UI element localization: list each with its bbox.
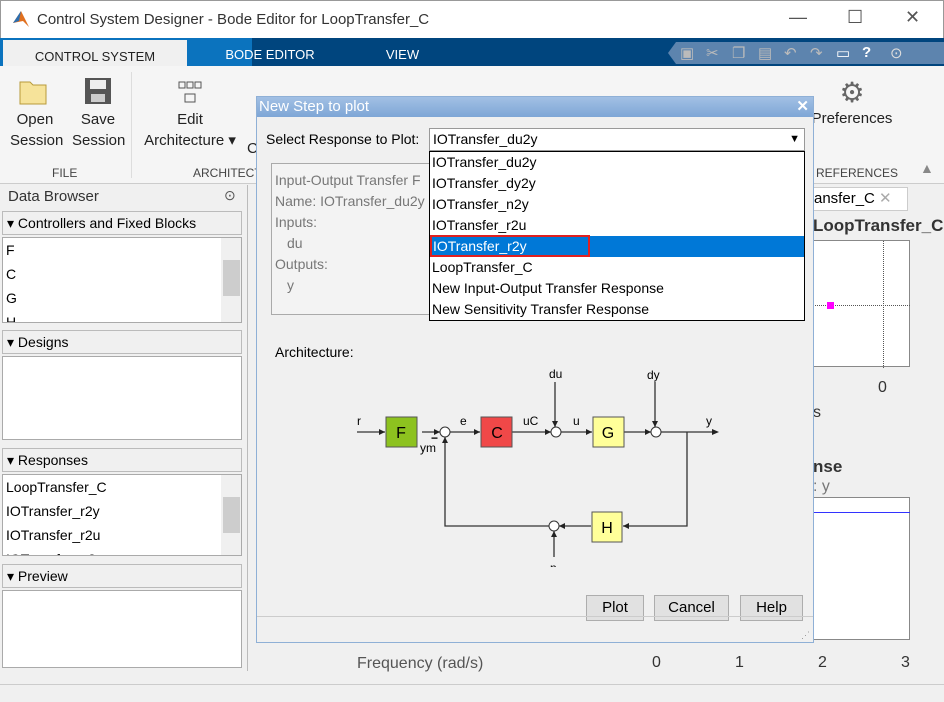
tab-bode-editor[interactable]: BODE EDITOR — [190, 38, 350, 66]
paste-icon[interactable]: ▤ — [758, 44, 772, 62]
list-item[interactable]: IOTransfer_r2u — [3, 523, 241, 547]
svg-text:H: H — [601, 520, 613, 537]
designs-list — [2, 356, 242, 440]
designs-header[interactable]: ▾ Designs — [2, 330, 242, 354]
undo-icon[interactable]: ↶ — [784, 44, 797, 62]
option-iotransfer-dy2y[interactable]: IOTransfer_dy2y — [430, 173, 804, 194]
svg-text:n: n — [550, 561, 557, 567]
controllers-header[interactable]: ▾ Controllers and Fixed Blocks — [2, 211, 242, 235]
close-tab-icon[interactable]: ✕ — [879, 190, 892, 207]
dialog-status-bar: ⋰ — [257, 616, 813, 642]
copy-icon[interactable]: ❐ — [732, 44, 745, 62]
maximize-button[interactable]: ☐ — [847, 7, 863, 28]
block-diagram-icon — [178, 81, 202, 103]
preview-header[interactable]: ▾ Preview — [2, 564, 242, 588]
svg-text:F: F — [396, 425, 406, 442]
title-bar: Control System Designer - Bode Editor fo… — [0, 0, 944, 38]
list-item[interactable]: LoopTransfer_C — [3, 475, 241, 499]
step-plot-area — [813, 497, 910, 640]
help-icon[interactable]: ? — [862, 44, 871, 61]
gear-icon: ⚙ — [839, 77, 865, 108]
option-iotransfer-n2y[interactable]: IOTransfer_n2y — [430, 194, 804, 215]
dialog-title-bar: New Step to plot ✕ — [257, 97, 813, 117]
cut-icon[interactable]: ✂ — [706, 44, 719, 62]
resize-grip-icon[interactable]: ⋰ — [801, 630, 810, 641]
tab-view[interactable]: VIEW — [360, 38, 445, 66]
chevron-down-icon[interactable]: ▼ — [789, 129, 800, 150]
svg-text:du: du — [549, 367, 562, 381]
list-item[interactable]: H — [3, 310, 241, 322]
option-looptransfer-c[interactable]: LoopTransfer_C — [430, 257, 804, 278]
floppy-disk-icon — [85, 78, 111, 104]
responses-list: LoopTransfer_C IOTransfer_r2y IOTransfer… — [2, 474, 242, 556]
response-dropdown-list: IOTransfer_du2y IOTransfer_dy2y IOTransf… — [429, 151, 805, 321]
option-iotransfer-r2u[interactable]: IOTransfer_r2u — [430, 215, 804, 236]
window-layout-icon[interactable]: ▭ — [836, 44, 850, 62]
new-step-dialog: New Step to plot ✕ Select Response to Pl… — [256, 96, 814, 643]
redo-icon[interactable]: ↷ — [810, 44, 823, 62]
preferences-button[interactable]: ⚙ Preferences — [810, 78, 894, 129]
folder-icon — [19, 81, 47, 105]
preview-area — [2, 590, 242, 668]
list-item[interactable]: F — [3, 238, 241, 262]
option-iotransfer-du2y[interactable]: IOTransfer_du2y — [430, 152, 804, 173]
option-new-sensitivity-transfer[interactable]: New Sensitivity Transfer Response — [430, 299, 804, 320]
close-button[interactable]: ✕ — [905, 7, 920, 28]
matlab-logo-icon — [13, 11, 29, 27]
svg-text:e: e — [460, 414, 467, 428]
scrollbar[interactable] — [221, 475, 241, 555]
architecture-diagram: F C G H r e uC u du dy y ym n − — [357, 367, 719, 567]
plot-area — [813, 240, 910, 368]
responses-header[interactable]: ▾ Responses — [2, 448, 242, 472]
status-bar — [0, 684, 944, 702]
save-icon[interactable]: ▣ — [680, 44, 694, 62]
window-title: Control System Designer - Bode Editor fo… — [37, 11, 430, 28]
scrollbar[interactable] — [221, 238, 241, 322]
svg-text:uC: uC — [523, 414, 539, 428]
minimize-button[interactable]: — — [789, 7, 807, 28]
svg-text:dy: dy — [647, 368, 660, 382]
response-info-box: Input-Output Transfer F Name: IOTransfer… — [271, 163, 431, 315]
list-item[interactable]: IOTransfer_n2y — [3, 547, 241, 555]
svg-text:C: C — [491, 425, 503, 442]
svg-text:r: r — [357, 414, 361, 428]
option-iotransfer-r2y[interactable]: IOTransfer_r2y — [430, 235, 804, 257]
response-select[interactable]: IOTransfer_du2y ▼ — [429, 128, 805, 151]
svg-text:u: u — [573, 414, 580, 428]
svg-text:y: y — [706, 414, 712, 428]
list-item[interactable]: G — [3, 286, 241, 310]
option-new-io-transfer[interactable]: New Input-Output Transfer Response — [430, 278, 804, 299]
svg-text:G: G — [602, 425, 614, 442]
edit-architecture-button[interactable]: Edit Architecture ▾ — [140, 76, 240, 151]
data-browser-panel: Data Browser ⊙ ▾ Controllers and Fixed B… — [0, 185, 248, 671]
list-item[interactable]: IOTransfer_r2y — [3, 499, 241, 523]
collapse-ribbon-icon[interactable]: ▲ — [920, 160, 934, 176]
open-session-button[interactable]: Open Session — [10, 76, 63, 151]
tab-control-system[interactable]: CONTROL SYSTEM — [3, 38, 187, 66]
list-item[interactable]: C — [3, 262, 241, 286]
svg-text:−: − — [431, 431, 438, 445]
options-icon[interactable]: ⊙ — [890, 44, 903, 62]
dialog-close-button[interactable]: ✕ — [796, 97, 809, 117]
save-session-button[interactable]: Save Session — [72, 76, 125, 151]
document-tab[interactable]: ansfer_C ✕ — [813, 187, 908, 211]
controllers-list: F C G H — [2, 237, 242, 323]
panel-menu-icon[interactable]: ⊙ — [224, 187, 236, 204]
